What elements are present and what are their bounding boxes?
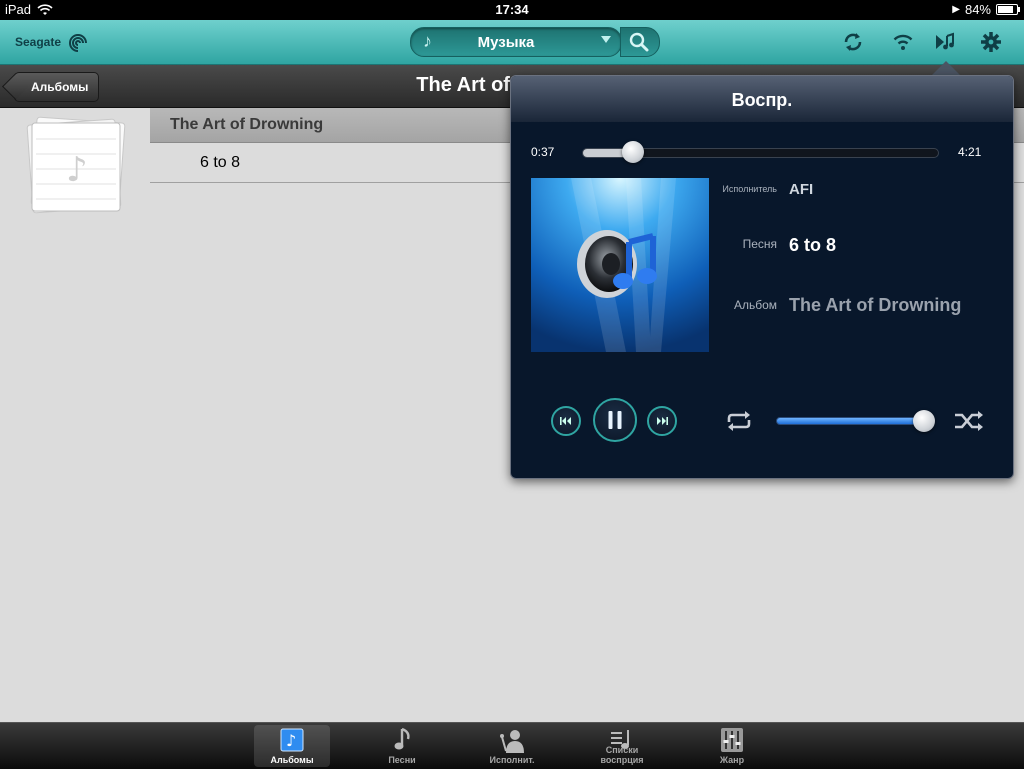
previous-track-button[interactable] <box>551 406 581 436</box>
tab-artists[interactable]: Исполнит. <box>474 725 550 767</box>
popover-arrow <box>932 61 960 75</box>
tab-genre[interactable]: Жанр <box>694 725 770 767</box>
battery-icon <box>996 4 1020 15</box>
pause-icon <box>608 411 622 429</box>
skip-back-icon <box>560 417 571 425</box>
seagate-swirl-icon <box>69 34 88 52</box>
status-bar: iPad 17:34 ▶ 84% <box>0 0 1024 20</box>
skip-forward-icon <box>657 417 668 425</box>
pause-button[interactable] <box>593 398 637 442</box>
album-cover-art <box>531 178 709 352</box>
tab-genre-label: Жанр <box>719 755 745 765</box>
tab-albums-label: Альбомы <box>270 755 314 765</box>
next-track-button[interactable] <box>647 406 677 436</box>
artist-microphone-icon <box>500 730 524 753</box>
status-right: ▶ 84% <box>952 2 1020 17</box>
now-playing-popover: Воспр. 0:37 4:21 Исполнитель AFI Песня 6… <box>510 75 1014 479</box>
progress-slider[interactable] <box>582 141 939 163</box>
tab-playlists[interactable]: Списки воспрция <box>584 725 660 767</box>
shuffle-icon[interactable] <box>953 409 985 433</box>
song-label: Песня <box>742 237 777 251</box>
top-toolbar: Seagate ♪ Музыка <box>0 20 1024 65</box>
svg-text:♪: ♪ <box>66 150 88 190</box>
total-time: 4:21 <box>958 145 982 159</box>
seagate-logo: Seagate <box>15 31 92 53</box>
battery-percent: 84% <box>964 2 991 17</box>
song-value: 6 to 8 <box>789 235 837 255</box>
now-playing-icon[interactable] <box>933 30 957 54</box>
volume-slider[interactable] <box>776 410 935 432</box>
sync-icon[interactable] <box>841 30 865 54</box>
album-label: Альбом <box>733 298 777 312</box>
tab-artists-label: Исполнит. <box>489 755 535 765</box>
search-button[interactable] <box>620 27 660 57</box>
repeat-icon[interactable] <box>724 409 754 433</box>
album-placeholder-icon: ♪ <box>26 116 126 214</box>
settings-gear-icon[interactable] <box>979 30 1003 54</box>
status-time: 17:34 <box>495 2 529 17</box>
play-status-icon: ▶ <box>952 4 960 15</box>
wifi-icon[interactable] <box>891 30 915 54</box>
popover-header: Воспр. <box>511 76 1013 122</box>
tab-songs-label: Песни <box>388 755 416 765</box>
search-icon <box>629 32 649 52</box>
song-note-icon <box>394 727 410 750</box>
equalizer-icon <box>721 728 743 752</box>
media-type-label: Музыка <box>477 34 535 51</box>
album-value: The Art of Drowning <box>789 295 962 315</box>
popover-title: Воспр. <box>731 90 793 110</box>
elapsed-time: 0:37 <box>531 145 555 159</box>
battery-fill <box>998 6 1014 13</box>
tab-songs[interactable]: Песни <box>364 725 440 767</box>
albums-icon: ♪ <box>280 728 304 752</box>
progress-thumb[interactable] <box>622 141 645 163</box>
artist-label: Исполнитель <box>722 184 777 194</box>
media-type-selector[interactable]: ♪ Музыка <box>410 27 622 57</box>
track-title: 6 to 8 <box>200 154 241 171</box>
brand-name: Seagate <box>15 35 62 49</box>
volume-thumb[interactable] <box>912 410 935 432</box>
svg-text:♪: ♪ <box>286 731 296 750</box>
artist-value: AFI <box>789 181 814 198</box>
bottom-tab-bar: ♪ Альбомы Песни Исполнит. Списки воспрци… <box>0 722 1024 769</box>
tab-playlists-label: Списки воспрция <box>600 745 644 765</box>
tab-albums[interactable]: ♪ Альбомы <box>254 725 330 767</box>
dropdown-caret-icon <box>601 36 611 43</box>
